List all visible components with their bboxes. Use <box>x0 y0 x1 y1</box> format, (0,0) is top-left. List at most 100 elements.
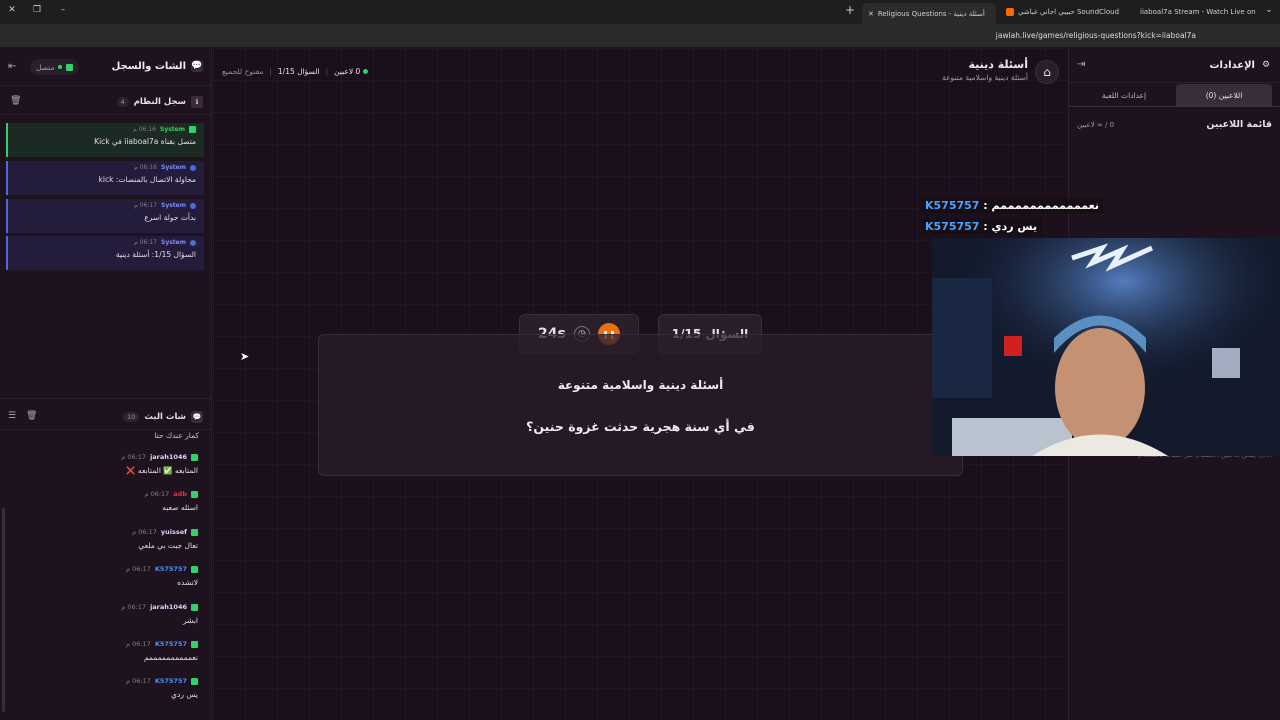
system-dot-icon <box>190 202 196 209</box>
kick-logo-icon <box>191 565 198 573</box>
log-time: 06:16 م <box>134 164 157 171</box>
kick-logo-icon <box>191 528 198 536</box>
overlay-chat-line: K575757 : يس ردي <box>921 219 1042 234</box>
new-tab-icon[interactable]: + <box>843 3 857 17</box>
online-dot-icon <box>363 68 369 74</box>
filter-icon[interactable]: ☰ <box>8 411 16 421</box>
log-time: 06:17 م <box>134 239 157 246</box>
home-icon: ⌂ <box>1043 65 1051 79</box>
minimize-window-icon[interactable]: – <box>56 5 70 15</box>
log-author: System <box>161 202 186 209</box>
home-button[interactable]: ⌂ <box>1035 60 1059 84</box>
chat-message: jarah1046 06:17 م المتابعه ✅ المتابعه ❌ <box>6 451 204 485</box>
tab-kick-stream[interactable]: iiaboal7a Stream - Watch Live on <box>1130 3 1260 21</box>
divider <box>0 398 212 399</box>
log-message: System 06:17 م السؤال 1/15: أسئلة دينية <box>6 236 204 270</box>
gear-icon: ⚙ <box>1261 60 1271 70</box>
url-field[interactable]: jawlah.live/games/religious-questions?ki… <box>900 28 1200 44</box>
question-category: أسئلة دينية واسلامية متنوعة <box>557 378 724 392</box>
log-title: سجل النظام <box>133 97 186 107</box>
log-author: System <box>160 126 185 133</box>
chat-time: 06:17 م <box>121 453 147 461</box>
system-dot-icon <box>190 239 196 246</box>
chat-message: yuissef 06:17 م تعال جبت بي ملعي <box>6 526 204 560</box>
chat-message: jarah1046 06:17 م ابشر <box>6 601 204 635</box>
panel-title: الشات والسجل <box>111 60 186 72</box>
tab-players[interactable]: اللاعبين (0) <box>1176 84 1272 106</box>
page-title: أسئلة دينية <box>968 58 1029 71</box>
kick-logo-icon <box>191 677 198 685</box>
tab-game-settings[interactable]: إعدادات اللعبة <box>1075 84 1173 106</box>
chat-text: يس ردي <box>171 690 198 699</box>
chat-text: المتابعه ✅ المتابعه ❌ <box>126 466 198 475</box>
trash-icon[interactable]: 🗑 <box>26 411 37 421</box>
chat-text: نعممممممممممم <box>143 653 198 662</box>
players-list-title: قائمة اللاعبين <box>1206 119 1272 130</box>
collapse-panel-icon[interactable]: ⇥ <box>1077 59 1085 70</box>
log-text: محاولة الاتصال بالمنصات: kick <box>98 175 196 184</box>
chat-partial-message: كمار عندك حتا <box>154 431 199 440</box>
divider: | <box>325 66 329 76</box>
log-text: متصل بقناة iiaboal7a في Kick <box>94 137 196 146</box>
overlay-separator: : <box>979 199 992 212</box>
chat-time: 06:17 م <box>121 603 147 611</box>
chat-bubble-icon: 💬 <box>191 60 203 72</box>
overlay-chat-line: K575757 : نعممممممممممممم <box>921 198 1103 213</box>
kick-logo-icon <box>191 603 198 611</box>
tab-close-icon[interactable]: ✕ <box>868 10 874 18</box>
overlay-user: K575757 <box>925 220 980 233</box>
overlay-user: K575757 <box>925 199 980 212</box>
chat-message: K575757 06:17 م يس ردي <box>6 675 204 709</box>
log-text: بدأت جولة اسرع <box>144 213 196 222</box>
players-list-count: 0 / ∞ لاعبين <box>1077 121 1115 129</box>
log-count-badge: 4 <box>116 97 129 107</box>
chat-author: yuissef <box>160 528 187 536</box>
system-log-header: ℹ سجل النظام 4 <box>116 96 203 108</box>
trash-icon[interactable]: 🗑 <box>10 96 21 106</box>
log-time: 06:16 م <box>133 126 156 133</box>
webcam-feed <box>932 238 1280 456</box>
chat-text: ابشر <box>183 616 198 625</box>
status-label: متصل <box>36 62 55 72</box>
kick-logo-icon <box>191 453 198 461</box>
system-dot-icon <box>190 164 196 171</box>
divider <box>0 85 212 86</box>
kick-logo-icon <box>189 126 196 133</box>
game-header: أسئلة دينية أسئلة دينية واسلامية متنوعة <box>860 58 1028 82</box>
tab-soundcloud[interactable]: حبيبي اجاني غباشي SoundCloud <box>1000 3 1128 21</box>
close-window-icon[interactable]: ✕ <box>5 5 19 15</box>
question-text: في أي سنة هجرية حدثت غزوة حنين؟ <box>526 419 755 434</box>
chat-message: K575757 06:17 م لاتشده <box>6 563 204 597</box>
chat-time: 06:17 م <box>132 528 157 536</box>
connection-status: متصل <box>30 59 80 75</box>
divider <box>1069 106 1280 107</box>
tab-label: حبيبي اجاني غباشي SoundCloud <box>1018 8 1120 16</box>
collapse-panel-icon[interactable]: ⇤ <box>8 61 16 72</box>
chat-author: K575757 <box>154 565 187 573</box>
chat-scrollbar[interactable] <box>2 508 5 712</box>
chat-log-panel: 💬 الشات والسجل متصل ⇤ ℹ سجل النظام 4 🗑 S… <box>0 48 212 720</box>
log-message: System 06:16 م محاولة الاتصال بالمنصات: k… <box>6 161 204 195</box>
tab-list-icon[interactable]: ⌄ <box>1262 5 1276 15</box>
log-author: System <box>161 239 186 246</box>
question-card <box>318 334 963 476</box>
chat-author: K575757 <box>154 677 187 685</box>
log-time: 06:17 م <box>134 202 157 209</box>
mouse-cursor-icon: ➤ <box>240 350 250 363</box>
chat-time: 06:17 م <box>125 565 151 573</box>
restore-window-icon[interactable]: ❐ <box>30 5 44 15</box>
overlay-text: يس ردي <box>991 220 1038 233</box>
chat-message: adb 06:17 م اسئله صعبه <box>6 488 204 522</box>
divider <box>0 114 212 115</box>
chat-time: 06:17 م <box>144 490 170 498</box>
page-subtitle: أسئلة دينية واسلامية متنوعة <box>942 73 1028 82</box>
info-icon: ℹ <box>191 96 203 108</box>
overlay-separator: : <box>979 220 992 233</box>
kick-logo-icon <box>66 63 74 71</box>
chat-text: اسئله صعبه <box>162 503 198 512</box>
tab-religious-questions[interactable]: ✕ Religious Questions - أسئلة دينية <box>862 3 996 24</box>
divider: | <box>269 66 272 76</box>
chat-bubble-icon: 💬 <box>191 411 203 423</box>
kick-logo-icon <box>191 490 198 498</box>
browser-tabbar: ✕ ❐ – ⌄ iiaboal7a Stream - Watch Live on… <box>0 0 1280 24</box>
